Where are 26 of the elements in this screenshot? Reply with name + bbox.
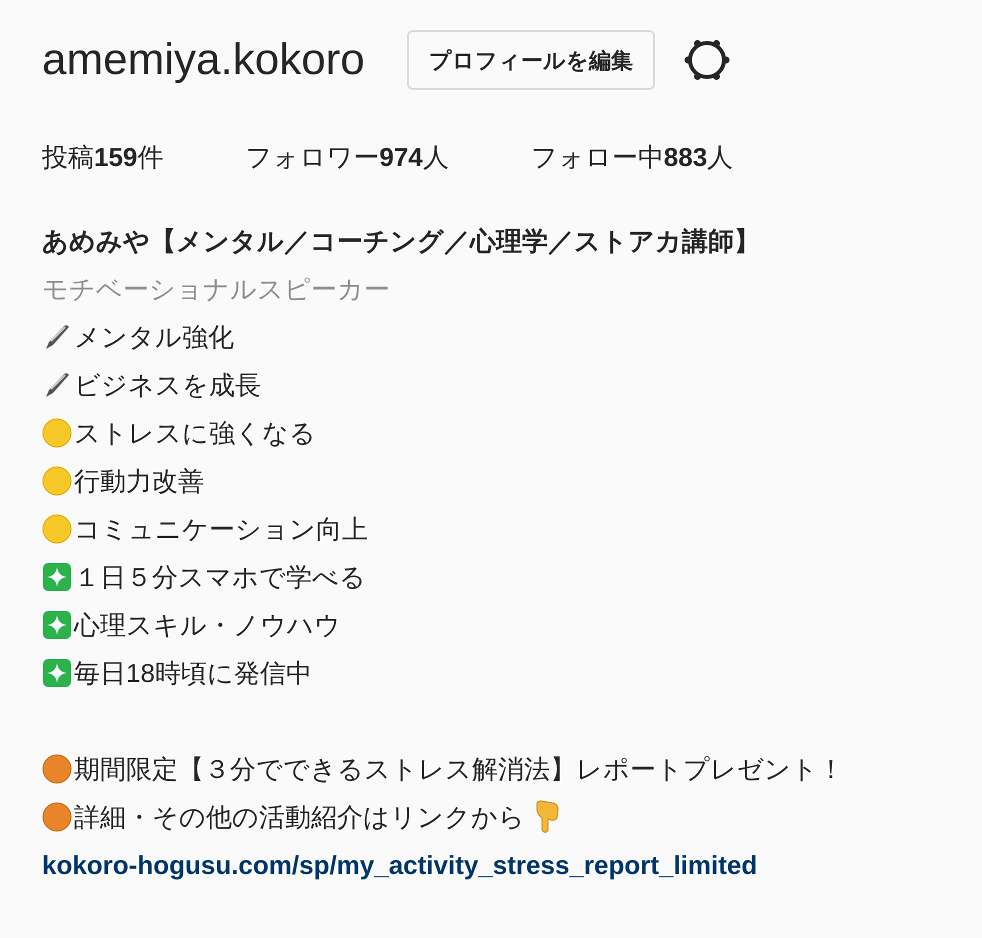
circle-icon (42, 514, 72, 544)
bio-line: 期間限定【３分でできるストレス解消法】レポートプレゼント！ (74, 752, 844, 786)
bio-line: 毎日18時頃に発信中 (74, 656, 312, 690)
bio-line: 行動力改善 (74, 464, 204, 498)
edit-profile-button[interactable]: プロフィールを編集 (406, 30, 655, 90)
circle-icon (42, 418, 72, 448)
bio-line: 詳細・その他の活動紹介はリンクから (74, 800, 525, 834)
profile-stat[interactable]: フォロワー974人 (245, 138, 449, 177)
bio-line: ビジネスを成長 (74, 368, 261, 402)
bio-line: メンタル強化 (74, 320, 234, 354)
website-link[interactable]: kokoro-hogusu.com/sp/my_activity_stress_report_limited (42, 846, 758, 884)
username: amemiya.kokoro (42, 38, 365, 82)
circle-icon (42, 466, 72, 496)
bio-line: ストレスに強くなる (74, 416, 316, 450)
display-name: あめみや【メンタル／コーチング／心理学／ストアカ講師】 (42, 224, 760, 258)
bio-line: コミュニケーション向上 (74, 512, 368, 546)
circle-icon (42, 754, 72, 784)
sparkle-icon (42, 610, 72, 640)
sparkle-icon (42, 562, 72, 592)
profile-stat[interactable]: フォロー中883人 (530, 138, 734, 177)
category-label: モチベーショナルスピーカー (42, 272, 390, 306)
circle-icon (42, 802, 72, 832)
profile-stat[interactable]: 投稿159件 (42, 138, 164, 177)
bio-line: 心理スキル・ノウハウ (74, 608, 341, 642)
sparkle-icon (42, 658, 72, 688)
bio-line: １日５分スマホで学べる (74, 560, 366, 594)
